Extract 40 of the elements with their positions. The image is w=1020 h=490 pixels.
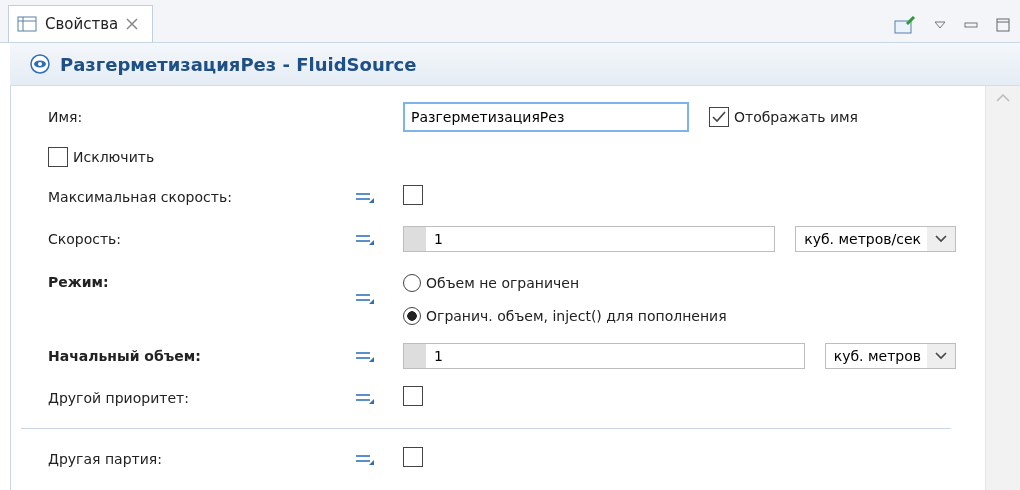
checkbox[interactable] [403,447,423,467]
properties-tab[interactable]: Свойства [8,5,154,42]
unit-dropdown[interactable]: куб. метров/сек [795,226,956,252]
checkbox-label: Исключить [73,149,155,165]
close-icon[interactable] [126,18,139,30]
radio-button[interactable] [403,273,421,292]
checkbox[interactable] [709,107,729,127]
expression-icon[interactable] [354,349,376,363]
view-menu-icon[interactable] [934,21,946,29]
expression-icon[interactable] [354,391,376,405]
name-field[interactable]: РазгерметизацияРез [403,102,689,132]
eye-icon [30,54,50,74]
radio-label: Объем не ограничен [426,274,580,291]
maximize-icon[interactable] [996,18,1010,32]
checkbox-label: Отображать имя [734,109,858,125]
pin-icon[interactable] [894,16,916,34]
minimize-icon[interactable] [964,22,978,28]
number-field[interactable]: 1 [403,226,776,252]
field-label: Другая партия: [48,451,163,467]
checkbox[interactable] [48,147,68,167]
chevron-down-icon [935,352,947,360]
radio-label: Огранич. объем, inject() для пополнения [426,307,727,324]
unit-dropdown[interactable]: куб. метров [824,343,956,369]
table-icon [17,16,37,32]
field-label: Максимальная скорость: [48,189,233,205]
field-label: Начальный объем: [48,348,202,364]
field-label: Имя: [48,109,84,125]
field-label: Скорость: [48,231,123,247]
expression-icon[interactable] [354,452,376,466]
number-field[interactable]: 1 [403,343,805,369]
panel-title: РазгерметизацияРез - FluidSource [60,53,417,75]
chevron-down-icon [935,235,947,243]
field-label: Другой приоритет: [48,390,190,406]
checkbox[interactable] [403,185,423,205]
expression-icon[interactable] [354,232,376,246]
scrollbar[interactable] [985,86,1020,490]
radio-button[interactable] [403,306,421,325]
field-label: Режим: [48,274,110,290]
expression-icon[interactable] [354,190,376,204]
checkbox[interactable] [403,386,423,406]
